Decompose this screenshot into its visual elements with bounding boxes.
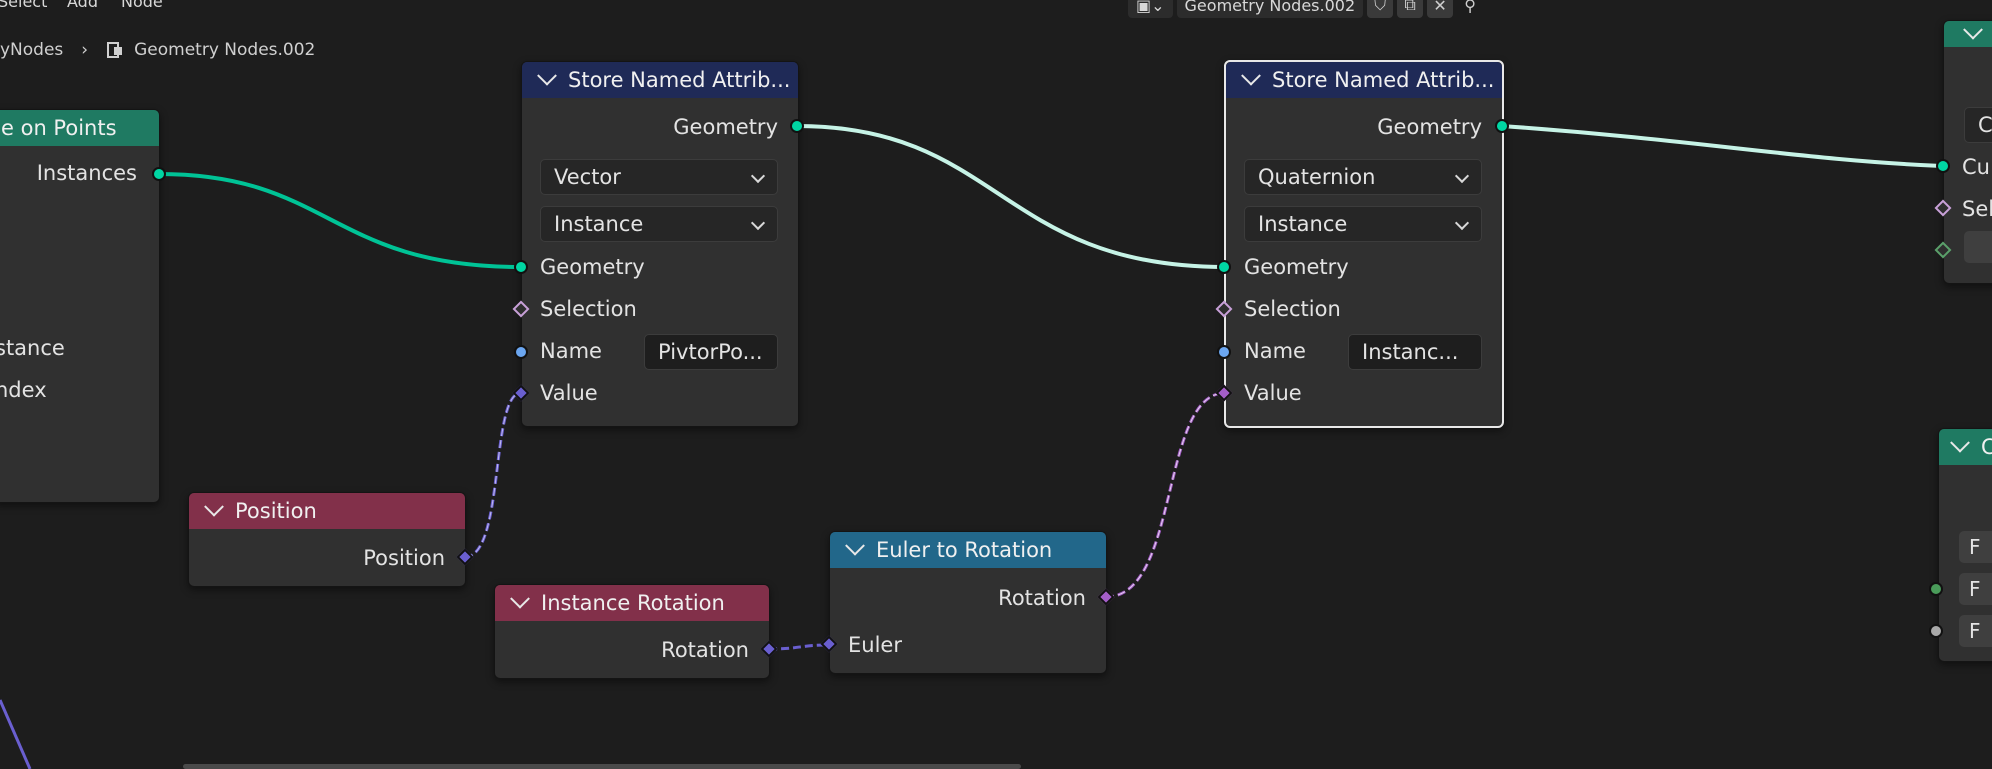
data-type-dropdown[interactable]: Vector	[540, 159, 778, 195]
domain-dropdown[interactable]: Instance	[540, 206, 778, 242]
link-position-to-value-inner	[464, 392, 522, 558]
node-header[interactable]	[1944, 21, 1992, 47]
socket-label-geometry-out: Geometry	[1377, 115, 1482, 139]
socket-label-selection: Sel	[1962, 197, 1992, 221]
socket-geometry-output[interactable]	[1495, 119, 1509, 133]
socket-label-value: Value	[540, 381, 598, 405]
right-button-3[interactable]: F	[1959, 615, 1992, 647]
collapse-chevron-icon[interactable]	[204, 496, 224, 517]
socket-label-name: Name	[540, 339, 602, 363]
chevron-down-icon	[750, 168, 766, 184]
name-input[interactable]: Instanc...	[1348, 334, 1482, 370]
collapse-chevron-icon[interactable]	[1963, 21, 1983, 40]
socket-label-curve: Cu	[1962, 155, 1990, 179]
node-title: C	[1981, 435, 1992, 459]
horizontal-scrollbar[interactable]	[183, 764, 1021, 769]
name-input[interactable]: PivtorPo...	[644, 334, 778, 370]
link-instances-to-geometry	[158, 172, 522, 269]
node-title: Position	[235, 499, 317, 523]
link-rotation-to-value-inner	[1105, 392, 1226, 598]
socket-label-euler: Euler	[848, 633, 902, 657]
right-button-2[interactable]: F	[1959, 573, 1992, 605]
socket-instances-output[interactable]	[152, 167, 166, 181]
dropdown-value: Instance	[554, 212, 644, 236]
socket-label-value: Value	[1244, 381, 1302, 405]
link-offscreen	[0, 699, 32, 769]
right-dropdown[interactable]: C	[1964, 107, 1992, 143]
node-title: Instance Rotation	[541, 591, 725, 615]
socket-label-geometry-in: Geometry	[1244, 255, 1349, 279]
node-store-named-attribute-vector[interactable]: Store Named Attrib... Geometry Vector In…	[521, 61, 799, 427]
node-header[interactable]: e on Points	[0, 110, 159, 146]
dropdown-value: Vector	[554, 165, 621, 189]
socket-geometry-input[interactable]	[1217, 260, 1231, 274]
node-euler-to-rotation[interactable]: Euler to Rotation Rotation Euler	[829, 531, 1107, 674]
collapse-chevron-icon[interactable]	[537, 65, 557, 86]
data-type-dropdown[interactable]: Quaternion	[1244, 159, 1482, 195]
domain-dropdown[interactable]: Instance	[1244, 206, 1482, 242]
collapse-chevron-icon[interactable]	[510, 588, 530, 609]
chevron-down-icon	[1454, 215, 1470, 231]
link-geometry-to-curve	[1501, 124, 1943, 168]
socket-name-input[interactable]	[514, 345, 528, 359]
socket-label-rotation: Rotation	[998, 586, 1086, 610]
dropdown-value: Quaternion	[1258, 165, 1376, 189]
socket-label-index: ndex	[0, 378, 47, 402]
dropdown-value: C	[1978, 113, 1992, 137]
collapse-chevron-icon[interactable]	[845, 535, 865, 556]
socket-curve-input[interactable]	[1936, 159, 1950, 173]
socket-name-input[interactable]	[1217, 345, 1231, 359]
collapse-chevron-icon[interactable]	[1950, 432, 1970, 453]
node-title: Store Named Attrib...	[568, 68, 791, 92]
node-position[interactable]: Position Position	[188, 492, 466, 587]
node-header[interactable]: Store Named Attrib...	[1226, 62, 1502, 98]
socket-label-rotation: Rotation	[661, 638, 749, 662]
node-header[interactable]: Store Named Attrib...	[522, 62, 798, 98]
node-header[interactable]: Euler to Rotation	[830, 532, 1106, 568]
collapse-chevron-icon[interactable]	[1241, 65, 1261, 86]
socket-geometry-output[interactable]	[790, 119, 804, 133]
node-header[interactable]: Position	[189, 493, 465, 529]
node-title: e on Points	[1, 116, 117, 140]
node-header[interactable]: Instance Rotation	[495, 585, 769, 621]
node-instance-rotation[interactable]: Instance Rotation Rotation	[494, 584, 770, 679]
chevron-down-icon	[750, 215, 766, 231]
node-right-partial-bottom[interactable]: C F F F	[1938, 428, 1992, 662]
socket-label-instance: stance	[0, 336, 65, 360]
right-button-1[interactable]: F	[1959, 531, 1992, 563]
node-header[interactable]: C	[1939, 429, 1992, 465]
link-position-to-value	[464, 391, 522, 559]
socket-label-name: Name	[1244, 339, 1306, 363]
node-title: Euler to Rotation	[876, 538, 1053, 562]
node-instance-on-points[interactable]: e on Points Instances stance ndex	[0, 109, 160, 503]
chevron-down-icon	[1454, 168, 1470, 184]
node-right-partial-top[interactable]: C Cu Sel	[1943, 20, 1992, 284]
link-rotation-to-euler	[768, 643, 830, 651]
node-title: Store Named Attrib...	[1272, 68, 1495, 92]
right-field[interactable]	[1964, 231, 1992, 263]
socket-label-position: Position	[363, 546, 445, 570]
link-rotation-to-value	[1105, 391, 1226, 599]
link-geometry-to-geometry	[796, 124, 1226, 269]
node-store-named-attribute-quaternion[interactable]: Store Named Attrib... Geometry Quaternio…	[1224, 60, 1504, 428]
socket-label-geometry-out: Geometry	[673, 115, 778, 139]
socket-geometry-input[interactable]	[514, 260, 528, 274]
socket-label-selection: Selection	[540, 297, 637, 321]
dropdown-value: Instance	[1258, 212, 1348, 236]
socket-grey-input[interactable]	[1929, 624, 1943, 638]
socket-green-input[interactable]	[1929, 582, 1943, 596]
socket-label-instances: Instances	[36, 161, 137, 185]
socket-label-selection: Selection	[1244, 297, 1341, 321]
socket-label-geometry-in: Geometry	[540, 255, 645, 279]
